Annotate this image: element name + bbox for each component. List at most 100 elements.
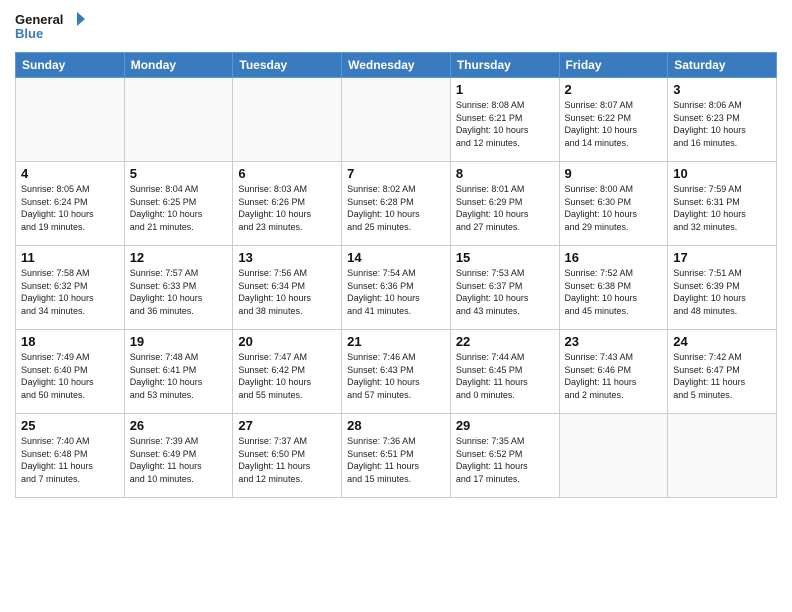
calendar-cell bbox=[559, 414, 668, 498]
day-info: Sunrise: 7:47 AM Sunset: 6:42 PM Dayligh… bbox=[238, 351, 336, 401]
calendar-cell bbox=[342, 78, 451, 162]
day-number: 29 bbox=[456, 418, 554, 433]
day-number: 13 bbox=[238, 250, 336, 265]
day-number: 2 bbox=[565, 82, 663, 97]
day-info: Sunrise: 8:02 AM Sunset: 6:28 PM Dayligh… bbox=[347, 183, 445, 233]
day-info: Sunrise: 7:36 AM Sunset: 6:51 PM Dayligh… bbox=[347, 435, 445, 485]
calendar-cell: 20 Sunrise: 7:47 AM Sunset: 6:42 PM Dayli… bbox=[233, 330, 342, 414]
day-info: Sunrise: 7:35 AM Sunset: 6:52 PM Dayligh… bbox=[456, 435, 554, 485]
week-row-4: 18Sunrise: 7:49 AM Sunset: 6:40 PM Dayli… bbox=[16, 330, 777, 414]
day-number: 20 bbox=[238, 334, 336, 349]
calendar-page: General Blue SundayMondayTuesdayWednesda… bbox=[0, 0, 792, 508]
weekday-header-monday: Monday bbox=[124, 53, 233, 78]
calendar-cell: 9 Sunrise: 8:00 AM Sunset: 6:30 PM Daylig… bbox=[559, 162, 668, 246]
calendar-cell: 11 Sunrise: 7:58 AM Sunset: 6:32 PM Dayli… bbox=[16, 246, 125, 330]
calendar-cell: 2 Sunrise: 8:07 AM Sunset: 6:22 PM Daylig… bbox=[559, 78, 668, 162]
day-info: Sunrise: 8:01 AM Sunset: 6:29 PM Dayligh… bbox=[456, 183, 554, 233]
weekday-header-saturday: Saturday bbox=[668, 53, 777, 78]
day-number: 17 bbox=[673, 250, 771, 265]
weekday-header-friday: Friday bbox=[559, 53, 668, 78]
calendar-cell: 14 Sunrise: 7:54 AM Sunset: 6:36 PM Dayli… bbox=[342, 246, 451, 330]
day-number: 25 bbox=[21, 418, 119, 433]
logo: General Blue bbox=[15, 10, 85, 46]
day-info: Sunrise: 8:08 AM Sunset: 6:21 PM Dayligh… bbox=[456, 99, 554, 149]
weekday-header-thursday: Thursday bbox=[450, 53, 559, 78]
calendar-cell: 24Sunrise: 7:42 AM Sunset: 6:47 PM Dayli… bbox=[668, 330, 777, 414]
day-number: 21 bbox=[347, 334, 445, 349]
calendar-cell bbox=[16, 78, 125, 162]
calendar-cell bbox=[233, 78, 342, 162]
day-info: Sunrise: 7:54 AM Sunset: 6:36 PM Dayligh… bbox=[347, 267, 445, 317]
calendar-cell: 21 Sunrise: 7:46 AM Sunset: 6:43 PM Dayli… bbox=[342, 330, 451, 414]
calendar-cell: 5 Sunrise: 8:04 AM Sunset: 6:25 PM Daylig… bbox=[124, 162, 233, 246]
calendar-cell: 25 Sunrise: 7:40 AM Sunset: 6:48 PM Dayli… bbox=[16, 414, 125, 498]
day-number: 22 bbox=[456, 334, 554, 349]
day-number: 12 bbox=[130, 250, 228, 265]
calendar-cell: 13 Sunrise: 7:56 AM Sunset: 6:34 PM Dayli… bbox=[233, 246, 342, 330]
day-number: 1 bbox=[456, 82, 554, 97]
calendar-cell bbox=[124, 78, 233, 162]
calendar-cell: 7 Sunrise: 8:02 AM Sunset: 6:28 PM Daylig… bbox=[342, 162, 451, 246]
calendar-cell: 27 Sunrise: 7:37 AM Sunset: 6:50 PM Dayli… bbox=[233, 414, 342, 498]
calendar-cell: 3Sunrise: 8:06 AM Sunset: 6:23 PM Daylig… bbox=[668, 78, 777, 162]
day-number: 3 bbox=[673, 82, 771, 97]
calendar-cell bbox=[668, 414, 777, 498]
day-number: 4 bbox=[21, 166, 119, 181]
day-number: 15 bbox=[456, 250, 554, 265]
day-number: 27 bbox=[238, 418, 336, 433]
day-info: Sunrise: 7:53 AM Sunset: 6:37 PM Dayligh… bbox=[456, 267, 554, 317]
calendar-cell: 23Sunrise: 7:43 AM Sunset: 6:46 PM Dayli… bbox=[559, 330, 668, 414]
calendar-cell: 18Sunrise: 7:49 AM Sunset: 6:40 PM Dayli… bbox=[16, 330, 125, 414]
calendar-cell: 16 Sunrise: 7:52 AM Sunset: 6:38 PM Dayli… bbox=[559, 246, 668, 330]
svg-text:General: General bbox=[15, 12, 63, 27]
calendar-cell: 19 Sunrise: 7:48 AM Sunset: 6:41 PM Dayli… bbox=[124, 330, 233, 414]
day-number: 16 bbox=[565, 250, 663, 265]
day-info: Sunrise: 8:03 AM Sunset: 6:26 PM Dayligh… bbox=[238, 183, 336, 233]
day-number: 9 bbox=[565, 166, 663, 181]
weekday-header-row: SundayMondayTuesdayWednesdayThursdayFrid… bbox=[16, 53, 777, 78]
day-info: Sunrise: 8:00 AM Sunset: 6:30 PM Dayligh… bbox=[565, 183, 663, 233]
weekday-header-sunday: Sunday bbox=[16, 53, 125, 78]
day-info: Sunrise: 7:56 AM Sunset: 6:34 PM Dayligh… bbox=[238, 267, 336, 317]
day-info: Sunrise: 7:40 AM Sunset: 6:48 PM Dayligh… bbox=[21, 435, 119, 485]
svg-text:Blue: Blue bbox=[15, 26, 43, 41]
calendar-cell: 26 Sunrise: 7:39 AM Sunset: 6:49 PM Dayli… bbox=[124, 414, 233, 498]
calendar-header: General Blue bbox=[15, 10, 777, 46]
day-number: 8 bbox=[456, 166, 554, 181]
day-info: Sunrise: 7:51 AM Sunset: 6:39 PM Dayligh… bbox=[673, 267, 771, 317]
day-number: 7 bbox=[347, 166, 445, 181]
logo-svg: General Blue bbox=[15, 10, 85, 46]
calendar-cell: 12Sunrise: 7:57 AM Sunset: 6:33 PM Dayli… bbox=[124, 246, 233, 330]
weekday-header-wednesday: Wednesday bbox=[342, 53, 451, 78]
day-number: 14 bbox=[347, 250, 445, 265]
day-info: Sunrise: 7:46 AM Sunset: 6:43 PM Dayligh… bbox=[347, 351, 445, 401]
calendar-cell: 8 Sunrise: 8:01 AM Sunset: 6:29 PM Daylig… bbox=[450, 162, 559, 246]
calendar-cell: 4Sunrise: 8:05 AM Sunset: 6:24 PM Daylig… bbox=[16, 162, 125, 246]
day-number: 26 bbox=[130, 418, 228, 433]
day-info: Sunrise: 7:39 AM Sunset: 6:49 PM Dayligh… bbox=[130, 435, 228, 485]
week-row-2: 4Sunrise: 8:05 AM Sunset: 6:24 PM Daylig… bbox=[16, 162, 777, 246]
calendar-cell: 1 Sunrise: 8:08 AM Sunset: 6:21 PM Daylig… bbox=[450, 78, 559, 162]
day-number: 6 bbox=[238, 166, 336, 181]
day-info: Sunrise: 7:52 AM Sunset: 6:38 PM Dayligh… bbox=[565, 267, 663, 317]
day-info: Sunrise: 7:37 AM Sunset: 6:50 PM Dayligh… bbox=[238, 435, 336, 485]
calendar-cell: 28 Sunrise: 7:36 AM Sunset: 6:51 PM Dayli… bbox=[342, 414, 451, 498]
day-info: Sunrise: 7:48 AM Sunset: 6:41 PM Dayligh… bbox=[130, 351, 228, 401]
day-info: Sunrise: 7:43 AM Sunset: 6:46 PM Dayligh… bbox=[565, 351, 663, 401]
weekday-header-tuesday: Tuesday bbox=[233, 53, 342, 78]
day-info: Sunrise: 7:49 AM Sunset: 6:40 PM Dayligh… bbox=[21, 351, 119, 401]
day-info: Sunrise: 7:58 AM Sunset: 6:32 PM Dayligh… bbox=[21, 267, 119, 317]
day-number: 5 bbox=[130, 166, 228, 181]
day-number: 24 bbox=[673, 334, 771, 349]
week-row-3: 11 Sunrise: 7:58 AM Sunset: 6:32 PM Dayli… bbox=[16, 246, 777, 330]
week-row-1: 1 Sunrise: 8:08 AM Sunset: 6:21 PM Daylig… bbox=[16, 78, 777, 162]
day-info: Sunrise: 8:07 AM Sunset: 6:22 PM Dayligh… bbox=[565, 99, 663, 149]
day-number: 28 bbox=[347, 418, 445, 433]
day-number: 19 bbox=[130, 334, 228, 349]
day-number: 11 bbox=[21, 250, 119, 265]
day-info: Sunrise: 8:04 AM Sunset: 6:25 PM Dayligh… bbox=[130, 183, 228, 233]
calendar-cell: 6 Sunrise: 8:03 AM Sunset: 6:26 PM Daylig… bbox=[233, 162, 342, 246]
calendar-cell: 29 Sunrise: 7:35 AM Sunset: 6:52 PM Dayli… bbox=[450, 414, 559, 498]
calendar-cell: 15 Sunrise: 7:53 AM Sunset: 6:37 PM Dayli… bbox=[450, 246, 559, 330]
calendar-table: SundayMondayTuesdayWednesdayThursdayFrid… bbox=[15, 52, 777, 498]
